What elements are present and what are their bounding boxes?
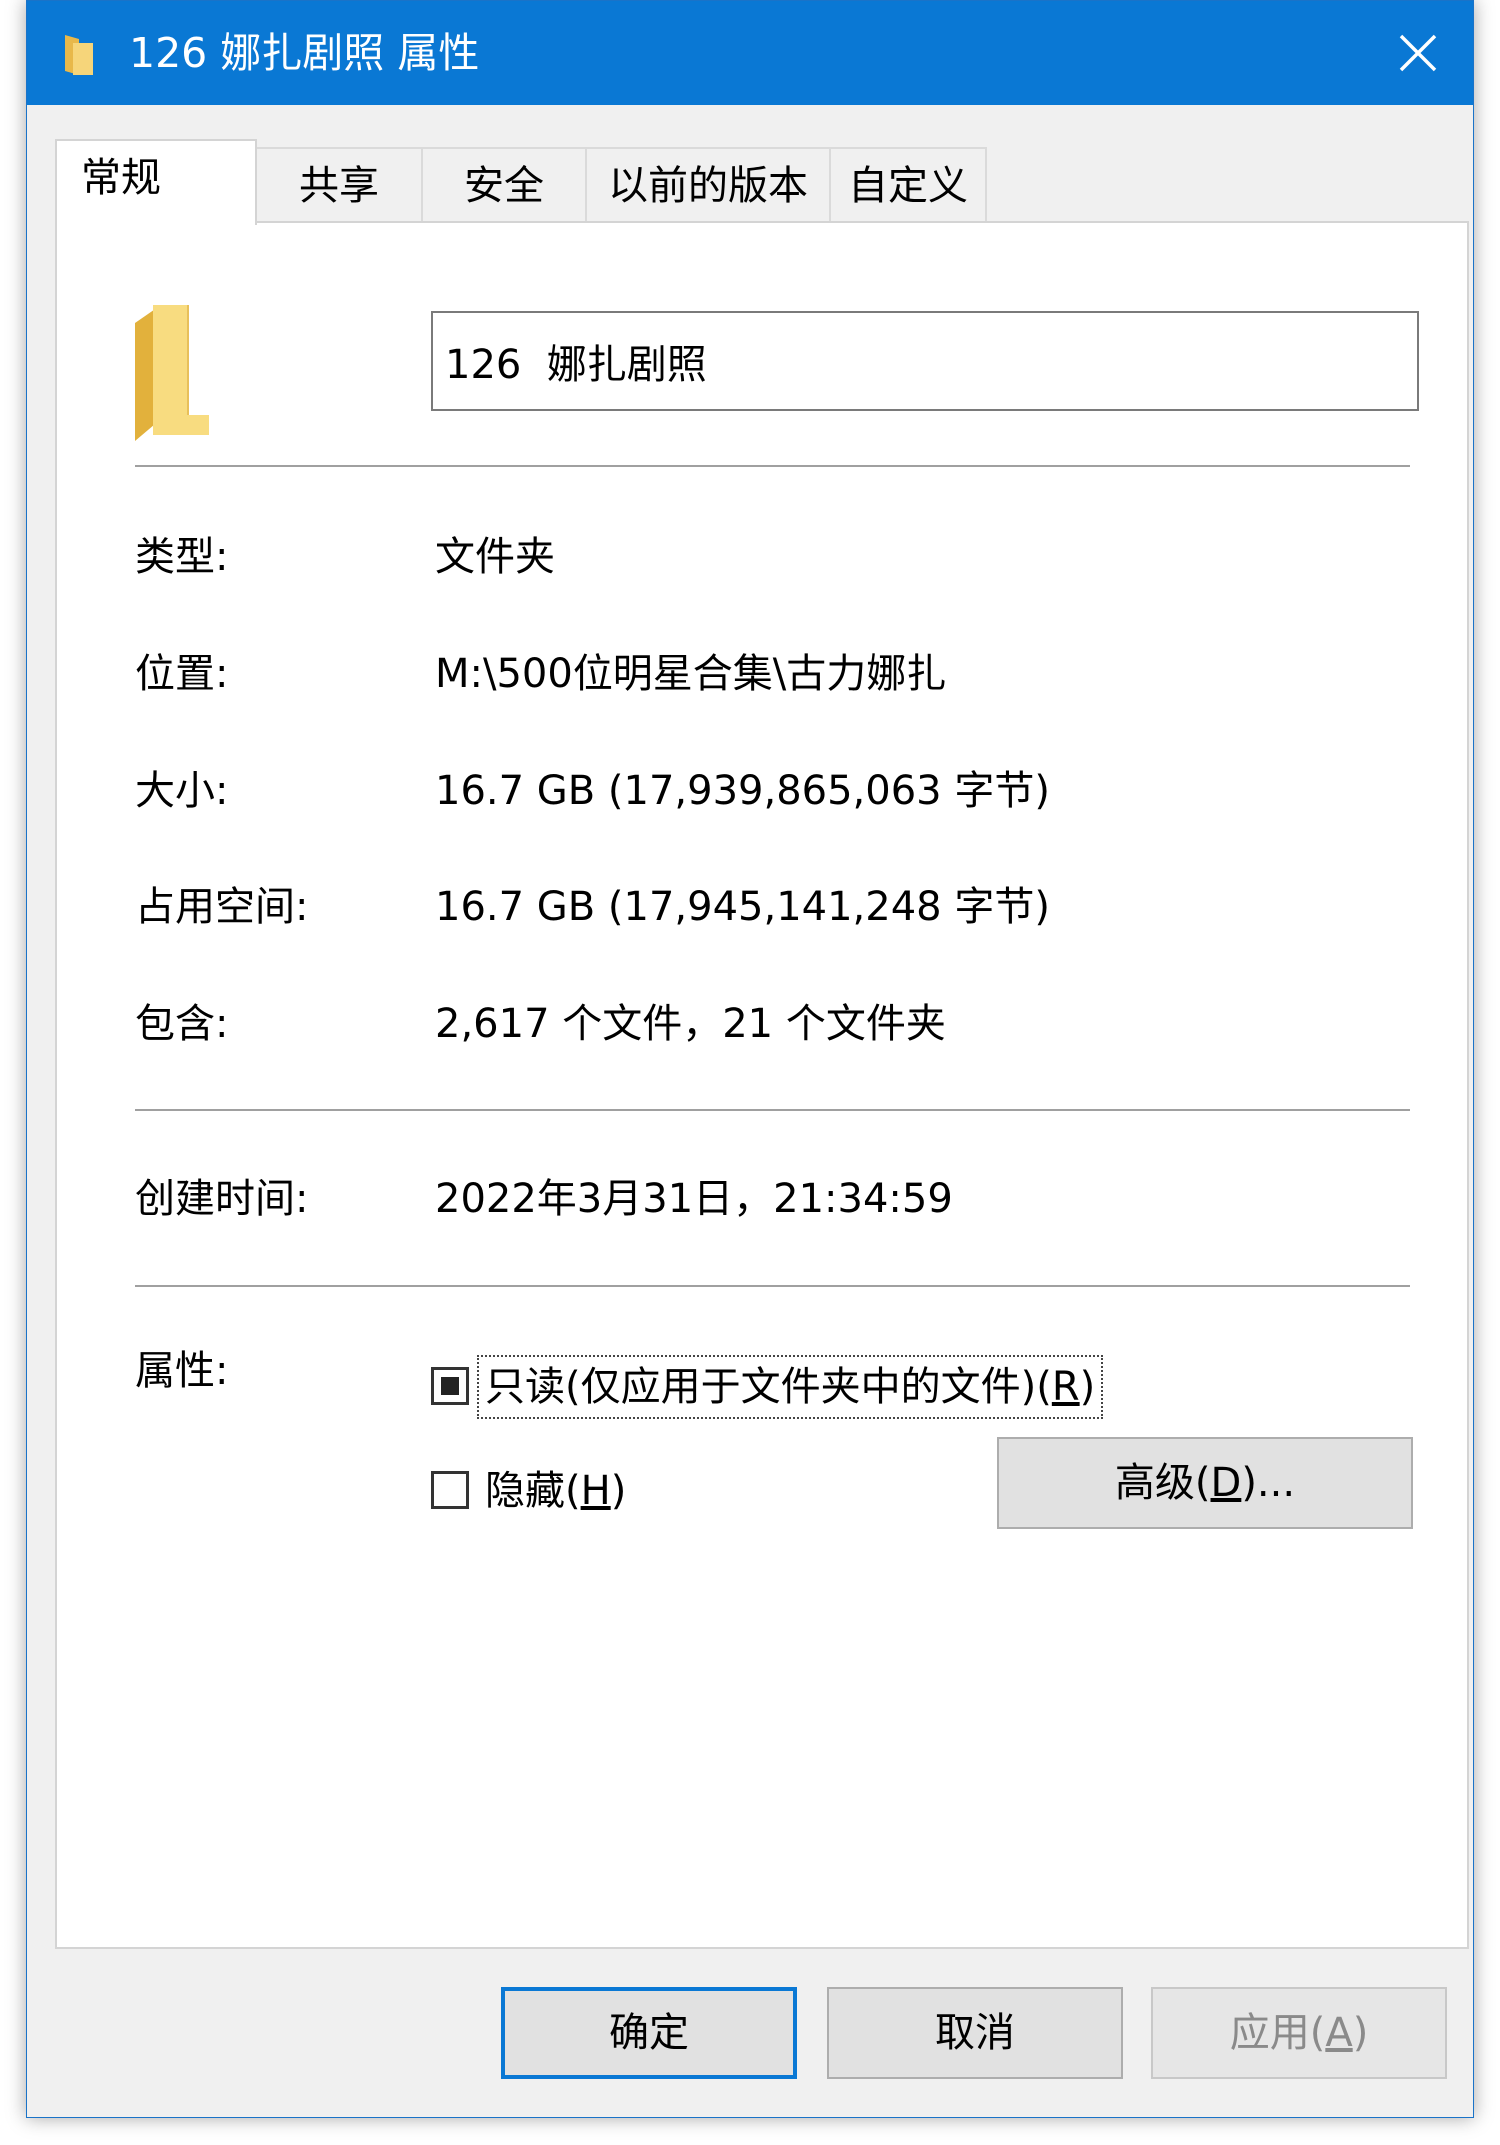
separator xyxy=(135,1285,1410,1287)
advanced-button[interactable]: 高级(D)... xyxy=(997,1437,1413,1529)
general-panel: 类型: 文件夹 位置: M:\500位明星合集\古力娜扎 大小: 16.7 GB… xyxy=(55,221,1469,1949)
title-bar[interactable]: 126 娜扎剧照 属性 xyxy=(27,1,1473,105)
properties-dialog: 126 娜扎剧照 属性 常规 共享 安全 以前的版本 自定义 类型: 文件夹 位… xyxy=(26,0,1474,2118)
tab-general[interactable]: 常规 xyxy=(55,139,257,225)
window-title: 126 娜扎剧照 属性 xyxy=(129,29,480,77)
close-icon xyxy=(1399,34,1437,72)
separator xyxy=(135,465,1410,467)
separator xyxy=(135,1109,1410,1111)
disk-size-value: 16.7 GB (17,945,141,248 字节) xyxy=(435,884,1050,930)
size-label: 大小: xyxy=(135,768,229,814)
readonly-checkbox-box[interactable] xyxy=(431,1367,469,1405)
type-value: 文件夹 xyxy=(435,534,555,580)
hidden-checkbox-box[interactable] xyxy=(431,1471,469,1509)
folder-icon xyxy=(65,35,93,75)
contains-label: 包含: xyxy=(135,1001,229,1047)
location-label: 位置: xyxy=(135,651,229,697)
tab-customize[interactable]: 自定义 xyxy=(829,147,987,223)
folder-name-input[interactable] xyxy=(431,311,1419,411)
type-label: 类型: xyxy=(135,534,229,580)
contains-value: 2,617 个文件，21 个文件夹 xyxy=(435,1001,946,1047)
ok-button[interactable]: 确定 xyxy=(501,1987,797,2079)
size-value: 16.7 GB (17,939,865,063 字节) xyxy=(435,768,1050,814)
disk-size-label: 占用空间: xyxy=(135,884,309,930)
cancel-button[interactable]: 取消 xyxy=(827,1987,1123,2079)
tab-strip: 常规 共享 安全 以前的版本 自定义 xyxy=(55,139,1455,225)
apply-button[interactable]: 应用(A) xyxy=(1151,1987,1447,2079)
hidden-checkbox[interactable]: 隐藏(H) xyxy=(431,1463,651,1519)
close-button[interactable] xyxy=(1363,1,1473,105)
readonly-checkbox-label: 只读(仅应用于文件夹中的文件)(R) xyxy=(476,1355,1104,1419)
hidden-checkbox-label: 隐藏(H) xyxy=(485,1468,627,1514)
folder-icon xyxy=(135,305,209,441)
tab-sharing[interactable]: 共享 xyxy=(255,147,423,223)
attributes-label: 属性: xyxy=(135,1348,229,1394)
tab-previous-versions[interactable]: 以前的版本 xyxy=(585,147,831,223)
location-value: M:\500位明星合集\古力娜扎 xyxy=(435,651,947,697)
readonly-checkbox[interactable]: 只读(仅应用于文件夹中的文件)(R) xyxy=(431,1355,1111,1419)
created-label: 创建时间: xyxy=(135,1176,309,1222)
created-value: 2022年3月31日，21:34:59 xyxy=(435,1176,953,1222)
tab-security[interactable]: 安全 xyxy=(421,147,587,223)
